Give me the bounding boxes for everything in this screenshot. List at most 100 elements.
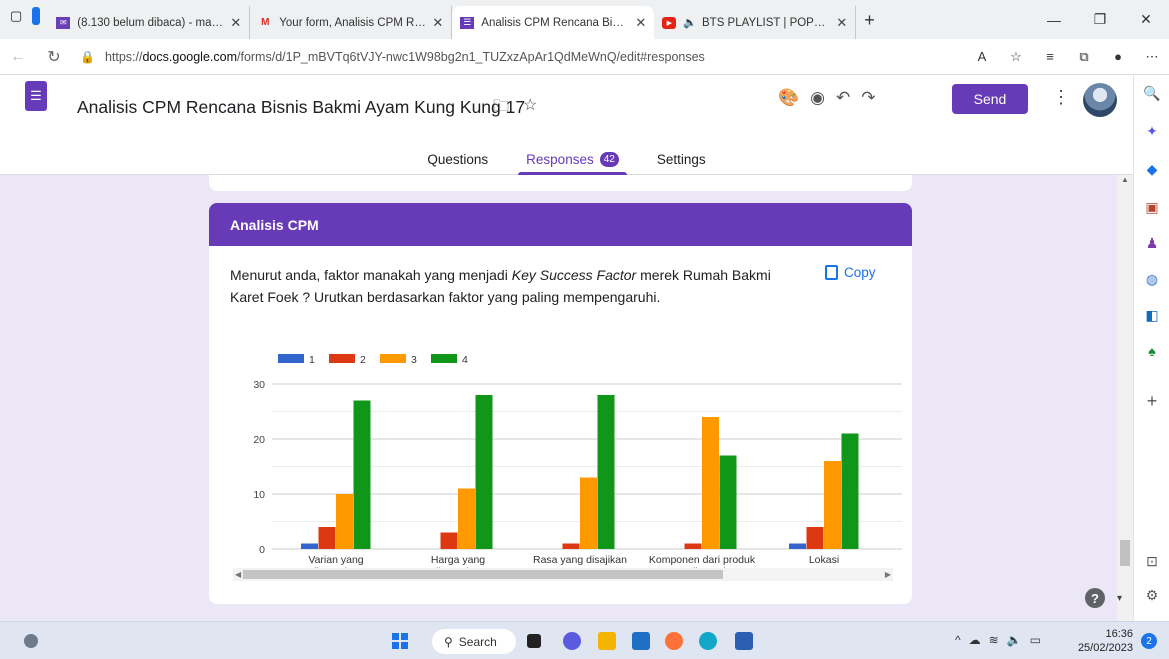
more-icon[interactable]: ⋯ [1135, 49, 1169, 65]
copy-label: Copy [844, 265, 876, 280]
office-icon[interactable]: ◍ [1134, 271, 1169, 288]
chart-scroll-thumb[interactable] [243, 570, 723, 579]
form-tabs: Questions Responses 42 Settings [0, 143, 1133, 175]
tab-questions[interactable]: Questions [419, 143, 496, 175]
taskbar-search[interactable]: ⚲ Search [432, 629, 516, 654]
browser-tab-youtube[interactable]: ▶ 🔈 BTS PLAYLIST | POPULAR CO ✕ [654, 6, 857, 39]
scroll-left-icon[interactable]: ◀ [235, 568, 241, 581]
title-icons: 🗀 ☆ [493, 95, 537, 122]
tab-label: Responses [526, 151, 594, 167]
tools-icon[interactable]: ▣ [1134, 199, 1169, 216]
search-label: Search [458, 634, 497, 649]
tab-label: Questions [427, 151, 489, 167]
close-tab-icon[interactable]: ✕ [230, 15, 241, 31]
firefox-icon[interactable] [665, 632, 683, 650]
sidebar-toggle-icon[interactable]: ▢ [10, 8, 22, 24]
browser-tab-title: BTS PLAYLIST | POPULAR CO [702, 16, 830, 29]
word-icon[interactable] [735, 632, 753, 650]
page-scroll-thumb[interactable] [1120, 540, 1130, 566]
help-icon[interactable]: ? [1085, 588, 1105, 608]
form-title[interactable]: Analisis CPM Rencana Bisnis Bakmi Ayam K… [77, 97, 525, 118]
undo-icon[interactable]: ↶ [836, 88, 850, 108]
tab-settings[interactable]: Settings [649, 143, 714, 175]
palette-icon[interactable]: 🎨 [778, 88, 799, 108]
add-icon[interactable]: + [1134, 391, 1169, 412]
battery-icon[interactable]: ▭ [1030, 633, 1041, 647]
split-screen-icon[interactable]: ⊡ [1134, 553, 1169, 570]
profile-avatar-icon[interactable]: ● [1101, 49, 1135, 65]
avatar[interactable] [1083, 83, 1117, 117]
legend-swatch [278, 354, 304, 363]
copilot-icon[interactable]: ✦ [1134, 123, 1169, 140]
scroll-up-icon[interactable]: ▲ [1121, 175, 1129, 184]
refresh-icon[interactable]: ↻ [36, 47, 72, 67]
back-icon[interactable]: ← [0, 48, 36, 66]
copy-chart-button[interactable]: Copy [825, 265, 876, 280]
tabstrip-left: ▢ [0, 0, 48, 39]
legend-label: 3 [411, 354, 417, 366]
chevron-up-icon[interactable]: ^ [955, 633, 961, 647]
chat-icon[interactable] [563, 632, 581, 650]
category-label: Komponen dari produk [649, 554, 756, 566]
gear-icon[interactable]: ⚙ [1134, 587, 1169, 604]
games-icon[interactable]: ♟ [1134, 235, 1169, 252]
shopping-icon[interactable]: ◆ [1134, 161, 1169, 178]
audio-playing-icon[interactable]: 🔈 [683, 16, 697, 29]
profile-icon[interactable] [32, 6, 41, 25]
restore-icon[interactable]: ❐ [1077, 0, 1123, 39]
preview-eye-icon[interactable]: ◉ [810, 88, 825, 108]
start-icon[interactable] [392, 633, 408, 649]
chart-horizontal-scrollbar[interactable]: ◀ ▶ [233, 568, 893, 581]
close-tab-icon[interactable]: ✕ [635, 15, 646, 31]
url-path: /forms/d/1P_mBVTq6tVJY-nwc1W98bg2n1_TUZx… [237, 49, 705, 64]
browser-tab-mail[interactable]: ✉ (8.130 belum dibaca) - manuelas ✕ [48, 6, 251, 39]
outlook-icon[interactable]: ◧ [1134, 307, 1169, 324]
chevron-down-icon[interactable]: ▾ [1117, 593, 1122, 604]
scroll-right-icon[interactable]: ▶ [885, 568, 891, 581]
task-view-icon[interactable] [527, 634, 541, 648]
url-field[interactable]: 🔒 https://docs.google.com/forms/d/1P_mBV… [80, 44, 900, 70]
wifi-icon[interactable]: ≋ [989, 633, 999, 647]
close-window-icon[interactable]: ✕ [1123, 0, 1169, 39]
redo-icon[interactable]: ↷ [861, 88, 875, 108]
legend-label: 1 [309, 354, 315, 366]
favorite-icon[interactable]: ☆ [999, 49, 1033, 65]
mail-app-icon[interactable] [632, 632, 650, 650]
close-tab-icon[interactable]: ✕ [836, 15, 847, 31]
minimize-icon[interactable]: — [1031, 0, 1077, 39]
read-aloud-icon[interactable]: A [965, 49, 999, 65]
y-tick-label: 20 [253, 434, 265, 446]
tree-icon[interactable]: ♠ [1134, 343, 1169, 359]
file-explorer-icon[interactable] [598, 632, 616, 650]
page-scrollbar[interactable]: ▲ [1117, 175, 1133, 621]
search-icon[interactable]: 🔍 [1134, 85, 1169, 102]
volume-icon[interactable]: 🔈 [1007, 633, 1022, 647]
browser-tab-title: Analisis CPM Rencana Bisnis Bak [481, 16, 629, 29]
widgets-icon[interactable] [24, 634, 38, 648]
legend-swatch [431, 354, 457, 363]
forms-logo-icon[interactable]: ☰ [25, 81, 47, 111]
bar-2 [806, 527, 824, 549]
bar-4 [475, 395, 493, 549]
send-button[interactable]: Send [952, 84, 1028, 114]
category-label: Varian yang [308, 554, 363, 566]
favorites-list-icon[interactable]: ≡ [1033, 49, 1067, 65]
cloud-icon[interactable]: ☁ [969, 633, 981, 647]
mail-icon: ✉ [56, 16, 71, 29]
taskbar-clock[interactable]: 16:36 25/02/2023 [1075, 627, 1133, 655]
new-tab-button[interactable]: + [856, 10, 883, 39]
tab-responses[interactable]: Responses 42 [518, 143, 627, 175]
star-icon[interactable]: ☆ [523, 95, 537, 122]
browser-tab-forms[interactable]: ☰ Analisis CPM Rencana Bisnis Bak ✕ [452, 6, 655, 39]
notification-badge[interactable]: 2 [1141, 633, 1157, 649]
browser-tab-gmail[interactable]: M Your form, Analisis CPM Rencana ✕ [250, 6, 453, 39]
bar-2 [440, 532, 458, 549]
edge-icon[interactable] [699, 632, 717, 650]
bar-3 [580, 477, 597, 549]
folder-icon[interactable]: 🗀 [493, 95, 509, 122]
lock-icon[interactable]: 🔒 [80, 50, 95, 64]
collections-icon[interactable]: ⧉ [1067, 49, 1101, 65]
more-options-icon[interactable]: ⋮ [1052, 87, 1070, 108]
clock-time: 16:36 [1105, 628, 1133, 640]
close-tab-icon[interactable]: ✕ [432, 15, 443, 31]
